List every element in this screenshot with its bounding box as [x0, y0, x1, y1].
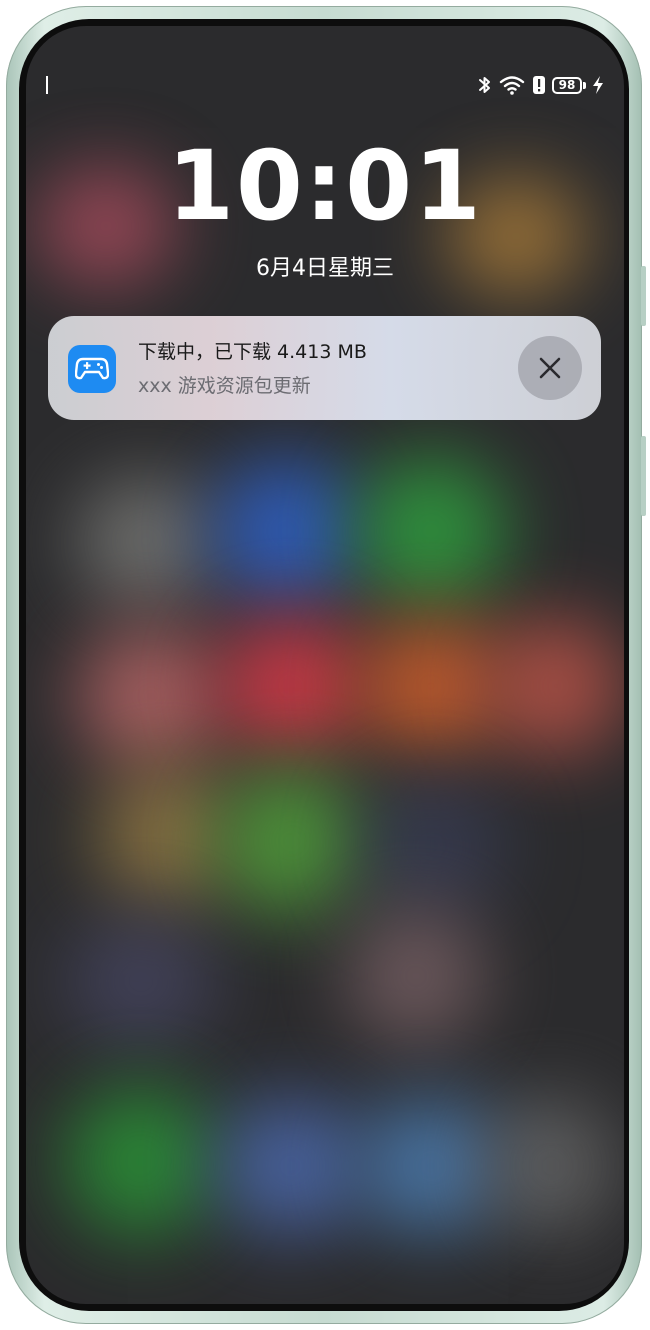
- wallpaper-blob: [346, 906, 486, 1046]
- battery-level: 98: [552, 76, 582, 94]
- battery-icon: 98: [552, 76, 586, 94]
- close-icon: [539, 357, 561, 379]
- power-button: [641, 436, 646, 516]
- charging-icon: [593, 76, 603, 94]
- wallpaper-blob: [76, 626, 226, 766]
- wallpaper-blob: [486, 616, 624, 756]
- wallpaper-blob: [216, 766, 366, 916]
- gamepad-icon: [68, 345, 116, 393]
- wallpaper-blob: [96, 766, 236, 906]
- battery-cap: [583, 81, 586, 89]
- wallpaper-blob: [216, 1096, 366, 1236]
- wallpaper-blob: [211, 456, 361, 606]
- lock-screen-time: 10:01: [167, 130, 483, 242]
- download-notification[interactable]: 下载中，已下载 4.413 MB xxx 游戏资源包更新: [48, 316, 601, 420]
- lock-screen-date: 6月4日星期三: [256, 256, 394, 281]
- lock-screen[interactable]: 98 10:01 6月4日星期三 下载中，已下载 4.413 MB xxx 游戏…: [26, 26, 624, 1304]
- wallpaper-blob: [356, 1096, 506, 1236]
- wallpaper-blob: [356, 616, 506, 756]
- wallpaper-blob: [486, 1096, 616, 1236]
- wallpaper-blob: [356, 456, 506, 606]
- bluetooth-icon: [479, 77, 490, 93]
- wallpaper-blob: [216, 616, 366, 756]
- notification-close-button[interactable]: [518, 336, 582, 400]
- status-icons: 98: [478, 74, 604, 96]
- wallpaper-blob: [66, 1086, 216, 1236]
- wifi-icon: [499, 76, 525, 95]
- signal-indicator-icon: [46, 76, 48, 94]
- wallpaper-blob: [76, 476, 216, 606]
- wallpaper-blob: [356, 776, 506, 916]
- alert-icon: [533, 76, 545, 94]
- status-bar: 98: [26, 74, 624, 98]
- wallpaper-blob: [66, 916, 216, 1046]
- volume-button: [641, 266, 646, 326]
- notification-title: 下载中，已下载 4.413 MB: [138, 341, 367, 363]
- notification-subtitle: xxx 游戏资源包更新: [138, 375, 311, 397]
